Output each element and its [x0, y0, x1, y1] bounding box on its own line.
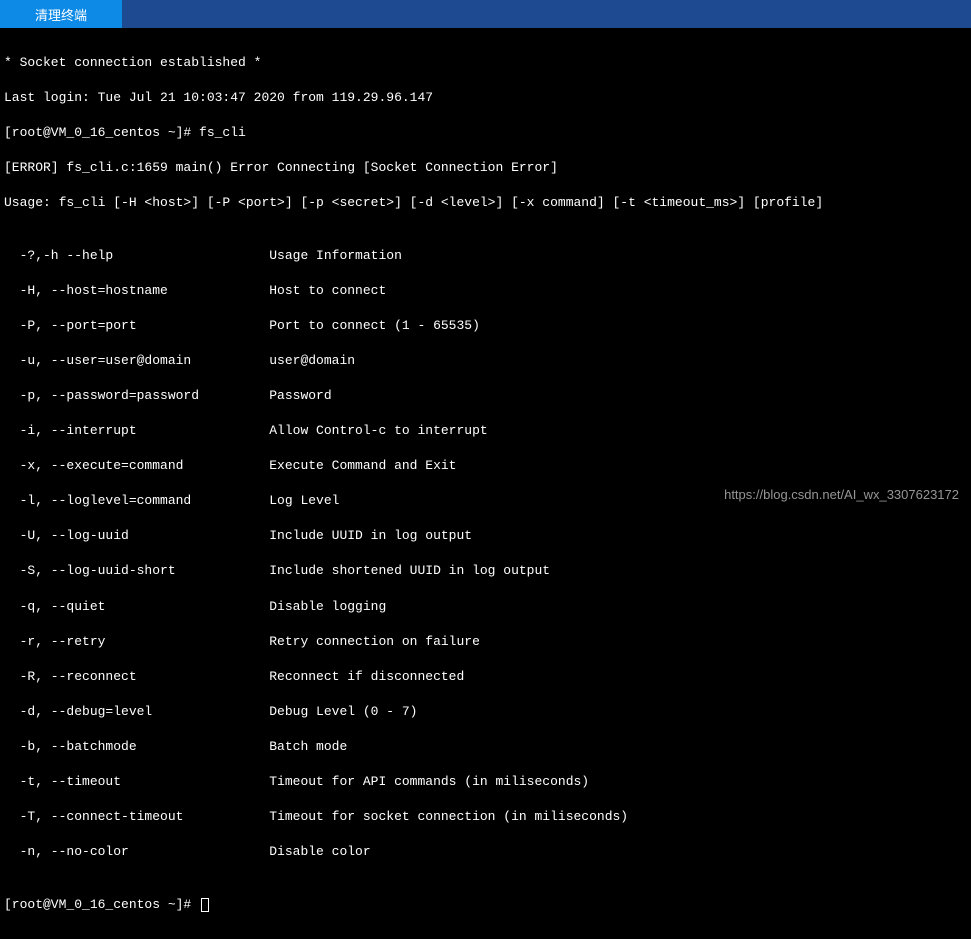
output-line: [root@VM_0_16_centos ~]# fs_cli: [4, 124, 967, 142]
output-line: * Socket connection established *: [4, 54, 967, 72]
watermark-text: https://blog.csdn.net/AI_wx_3307623172: [724, 487, 959, 502]
output-line: -p, --password=password Password: [4, 387, 967, 405]
cursor-icon: [201, 898, 209, 912]
output-line: -t, --timeout Timeout for API commands (…: [4, 773, 967, 791]
prompt-line: [root@VM_0_16_centos ~]#: [4, 896, 967, 914]
output-line: -q, --quiet Disable logging: [4, 598, 967, 616]
output-line: -H, --host=hostname Host to connect: [4, 282, 967, 300]
output-line: -?,-h --help Usage Information: [4, 247, 967, 265]
output-line: -R, --reconnect Reconnect if disconnecte…: [4, 668, 967, 686]
output-line: -n, --no-color Disable color: [4, 843, 967, 861]
output-line: -U, --log-uuid Include UUID in log outpu…: [4, 527, 967, 545]
output-line: -u, --user=user@domain user@domain: [4, 352, 967, 370]
terminal-output[interactable]: * Socket connection established * Last l…: [0, 28, 971, 939]
output-line: -P, --port=port Port to connect (1 - 655…: [4, 317, 967, 335]
header-bar: 清理终端: [0, 0, 971, 28]
output-line: -T, --connect-timeout Timeout for socket…: [4, 808, 967, 826]
output-line: -d, --debug=level Debug Level (0 - 7): [4, 703, 967, 721]
output-line: -S, --log-uuid-short Include shortened U…: [4, 562, 967, 580]
tab-clear-terminal[interactable]: 清理终端: [0, 0, 122, 28]
output-line: Usage: fs_cli [-H <host>] [-P <port>] [-…: [4, 194, 967, 212]
output-line: Last login: Tue Jul 21 10:03:47 2020 fro…: [4, 89, 967, 107]
prompt-text: [root@VM_0_16_centos ~]#: [4, 897, 199, 912]
output-line: [ERROR] fs_cli.c:1659 main() Error Conne…: [4, 159, 967, 177]
output-line: -x, --execute=command Execute Command an…: [4, 457, 967, 475]
output-line: -b, --batchmode Batch mode: [4, 738, 967, 756]
output-line: -i, --interrupt Allow Control-c to inter…: [4, 422, 967, 440]
output-line: -r, --retry Retry connection on failure: [4, 633, 967, 651]
